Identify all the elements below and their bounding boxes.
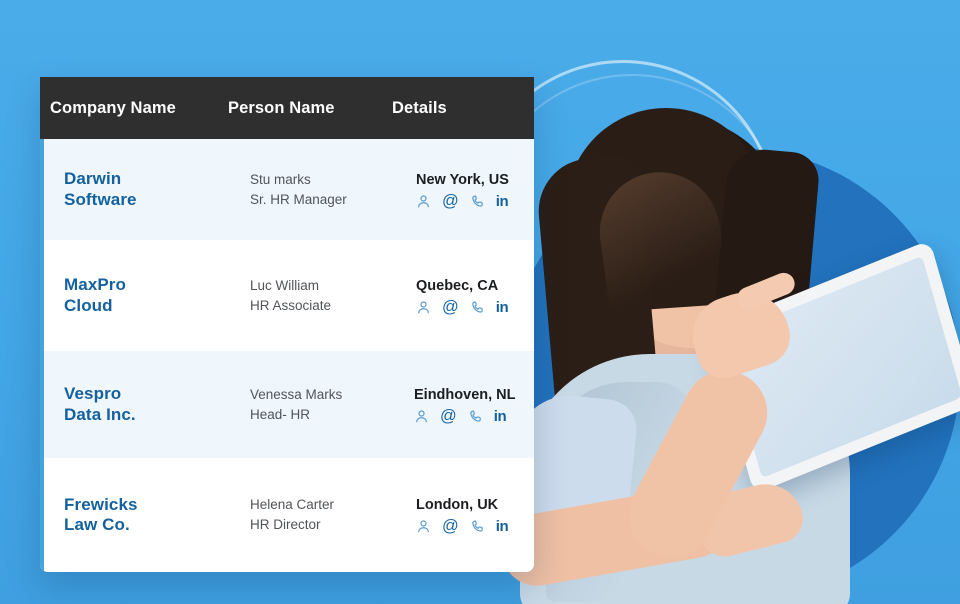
details-cell: Eindhoven, NL @ in [414, 385, 534, 425]
phone-icon[interactable] [470, 194, 485, 209]
company-name-line1: Frewicks [64, 494, 138, 514]
table-row[interactable]: Vespro Data Inc. Venessa Marks Head- HR … [40, 351, 534, 458]
photo-fade [530, 526, 960, 604]
person-name: Venessa Marks [250, 386, 343, 402]
details-cell: New York, US @ in [414, 170, 534, 210]
person-title: Sr. HR Manager [250, 191, 347, 207]
company-name-line2: Data Inc. [64, 404, 136, 424]
company-cell[interactable]: Darwin Software [50, 169, 242, 210]
person-title: HR Director [250, 517, 321, 532]
email-icon[interactable]: @ [440, 408, 457, 425]
person-name: Stu marks [250, 171, 311, 187]
company-cell[interactable]: Frewicks Law Co. [50, 495, 242, 536]
contact-icon-group: @ in [416, 299, 534, 316]
column-header-details: Details [392, 98, 447, 117]
column-header-person-name: Person Name [228, 98, 335, 117]
person-cell: Stu marks Sr. HR Manager [242, 170, 414, 210]
details-cell: London, UK @ in [414, 495, 534, 535]
person-icon[interactable] [414, 409, 429, 424]
phone-icon[interactable] [468, 409, 483, 424]
company-cell[interactable]: MaxPro Cloud [50, 275, 242, 316]
linkedin-icon[interactable]: in [496, 519, 509, 534]
company-name-line1: Darwin [64, 169, 122, 188]
email-icon[interactable]: @ [442, 518, 459, 535]
person-name: Luc William [250, 277, 320, 293]
email-icon[interactable]: @ [442, 193, 459, 210]
person-name: Helena Carter [250, 497, 335, 512]
location-text: London, UK [416, 497, 499, 514]
details-cell: Quebec, CA @ in [414, 276, 534, 316]
table-row[interactable]: Darwin Software Stu marks Sr. HR Manager… [40, 139, 534, 240]
person-title: Head- HR [250, 406, 311, 422]
location-text: New York, US [416, 171, 509, 188]
person-icon[interactable] [416, 194, 431, 209]
location-text: Eindhoven, NL [414, 386, 516, 403]
table-row[interactable]: MaxPro Cloud Luc William HR Associate Qu… [40, 240, 534, 351]
person-icon[interactable] [416, 300, 431, 315]
company-name-line2: Cloud [64, 295, 113, 315]
location-text: Quebec, CA [416, 277, 499, 294]
company-name-line2: Software [64, 189, 137, 209]
phone-icon[interactable] [470, 300, 485, 315]
contact-icon-group: @ in [416, 193, 534, 210]
email-icon[interactable]: @ [442, 299, 459, 316]
table-header-row: Company Name Person Name Details [40, 77, 534, 139]
person-icon[interactable] [416, 519, 431, 534]
screenshot-stage: Company Name Person Name Details Darwin … [0, 0, 960, 604]
contact-icon-group: @ in [414, 408, 534, 425]
table-row[interactable]: Frewicks Law Co. Helena Carter HR Direct… [40, 458, 534, 572]
company-name-line2: Law Co. [64, 515, 130, 534]
linkedin-icon[interactable]: in [494, 409, 507, 424]
woman-with-tablet-photo [495, 96, 960, 604]
column-header-company-name: Company Name [50, 98, 176, 117]
company-cell[interactable]: Vespro Data Inc. [50, 384, 242, 425]
person-title: HR Associate [250, 297, 332, 313]
phone-icon[interactable] [470, 519, 485, 534]
person-cell: Venessa Marks Head- HR [242, 385, 414, 425]
contact-table-card: Company Name Person Name Details Darwin … [40, 77, 534, 572]
contact-icon-group: @ in [416, 518, 534, 535]
company-name-line1: MaxPro [64, 275, 127, 294]
person-cell: Helena Carter HR Director [242, 495, 414, 535]
linkedin-icon[interactable]: in [496, 300, 509, 315]
person-cell: Luc William HR Associate [242, 276, 414, 316]
company-name-line1: Vespro [64, 384, 122, 403]
linkedin-icon[interactable]: in [496, 194, 509, 209]
